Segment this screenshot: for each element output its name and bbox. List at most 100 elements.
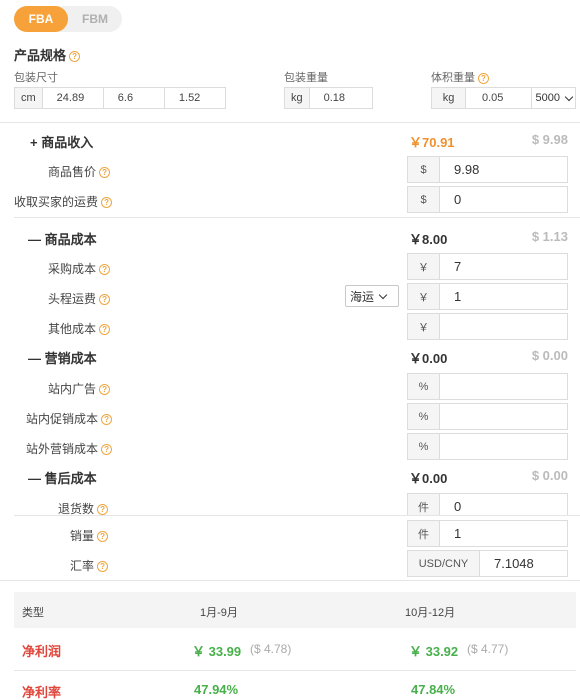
help-icon[interactable]: ? <box>97 504 109 515</box>
divider <box>14 670 576 671</box>
onsite-promo-label: 站内促销成本 <box>26 412 99 426</box>
offsite-label: 站外营销成本 <box>26 442 99 456</box>
divider <box>14 217 580 218</box>
returns-label: 退货数 <box>58 502 95 515</box>
product-cost-title: 商品成本 <box>44 232 97 247</box>
pkg-length-field[interactable]: 24.89 <box>43 88 103 108</box>
purchase-input-group: ￥ 7 <box>407 253 568 280</box>
marketing-cost-title: 营销成本 <box>44 351 97 366</box>
shipping-method-select[interactable]: 海运 <box>345 285 399 307</box>
vol-weight-field[interactable]: 0.05 <box>466 88 531 108</box>
pkg-weight-label: 包装重量 <box>284 72 328 84</box>
divider <box>0 122 580 123</box>
help-icon[interactable]: ? <box>101 444 113 456</box>
other-cost-input-group: ￥ <box>407 313 568 340</box>
unit-piece: 件 <box>408 521 440 546</box>
unit-cm: cm <box>15 88 43 108</box>
exchange-field[interactable]: 7.1048 <box>480 551 567 576</box>
onsite-ads-field[interactable] <box>440 374 567 399</box>
unit-kg: kg <box>432 88 466 108</box>
offsite-input-group: % <box>407 433 568 460</box>
specs-title-wrap: 产品规格? <box>14 45 81 64</box>
collapse-icon: — <box>28 471 41 486</box>
expand-icon: + <box>30 135 38 150</box>
unit-kg: kg <box>285 88 310 108</box>
purchase-label: 采购成本 <box>48 262 97 276</box>
sales-field[interactable]: 1 <box>440 521 567 546</box>
help-icon[interactable]: ? <box>99 167 111 179</box>
shipping-charge-field[interactable]: 0 <box>440 187 567 212</box>
onsite-promo-label-wrap: 站内促销成本? <box>26 410 113 427</box>
chevron-down-icon <box>378 290 388 299</box>
net-profit-p1-usd: ($ 4.78) <box>250 642 292 656</box>
after-sales-title: 售后成本 <box>44 471 97 486</box>
price-field[interactable]: 9.98 <box>440 157 567 182</box>
help-icon[interactable]: ? <box>99 384 111 396</box>
first-leg-field[interactable]: 1 <box>440 284 567 309</box>
unit-percent: % <box>408 404 440 429</box>
col-type: 类型 <box>22 607 44 619</box>
after-sales-total-usd: $ 0.00 <box>531 468 568 483</box>
help-icon[interactable]: ? <box>99 264 111 276</box>
col-period-1: 1月-9月 <box>200 607 238 619</box>
exchange-label: 汇率 <box>70 559 95 573</box>
exchange-input-group: USD/CNY 7.1048 <box>407 550 568 577</box>
marketing-cost-header[interactable]: — 营销成本 <box>28 348 97 367</box>
shipping-charge-label-wrap: 收取买家的运费? <box>14 193 113 210</box>
net-profit-p2-usd: ($ 4.77) <box>467 642 509 656</box>
product-cost-total-cny: ￥8.00 <box>409 232 448 247</box>
fba-tab[interactable]: FBA <box>14 6 68 32</box>
net-profit-p1-cny: ￥ 33.99 <box>192 644 242 659</box>
collapse-icon: — <box>28 232 41 247</box>
other-cost-label: 其他成本 <box>48 322 97 336</box>
returns-input-group: 件 0 <box>407 493 568 515</box>
help-icon[interactable]: ? <box>478 72 489 84</box>
price-label: 商品售价 <box>48 165 97 179</box>
returns-field[interactable]: 0 <box>440 494 567 515</box>
onsite-ads-input-group: % <box>407 373 568 400</box>
help-icon[interactable]: ? <box>101 197 113 209</box>
col-period-2: 10月-12月 <box>405 607 456 619</box>
shipping-charge-label: 收取买家的运费 <box>14 195 99 209</box>
first-leg-label-wrap: 头程运费? <box>48 290 111 307</box>
revenue-total-usd: $ 9.98 <box>531 132 568 147</box>
offsite-label-wrap: 站外营销成本? <box>26 440 113 457</box>
returns-label-wrap: 退货数? <box>58 500 109 515</box>
vol-divisor-value: 5000 <box>535 92 560 104</box>
vol-divisor-select[interactable]: 5000 <box>530 88 575 108</box>
product-cost-header[interactable]: — 商品成本 <box>28 229 97 248</box>
other-cost-field[interactable] <box>440 314 567 339</box>
revenue-title: 商品收入 <box>41 135 94 150</box>
help-icon[interactable]: ? <box>69 51 81 63</box>
help-icon[interactable]: ? <box>101 414 113 426</box>
fbm-tab[interactable]: FBM <box>68 6 122 32</box>
marketing-cost-total-usd: $ 0.00 <box>531 348 568 363</box>
shipping-method-value: 海运 <box>350 289 375 304</box>
after-sales-header[interactable]: — 售后成本 <box>28 468 97 487</box>
first-leg-input-group: ￥ 1 <box>407 283 568 310</box>
sales-label: 销量 <box>70 529 95 543</box>
pkg-size-input-group: cm 24.89 6.6 1.52 <box>14 87 226 109</box>
purchase-field[interactable]: 7 <box>440 254 567 279</box>
pkg-height-field[interactable]: 1.52 <box>163 88 225 108</box>
help-icon[interactable]: ? <box>99 324 111 336</box>
results-header <box>14 592 576 628</box>
help-icon[interactable]: ? <box>99 294 111 306</box>
offsite-field[interactable] <box>440 434 567 459</box>
help-icon[interactable]: ? <box>97 561 109 573</box>
shipping-charge-input-group: $ 0 <box>407 186 568 213</box>
unit-percent: % <box>408 374 440 399</box>
onsite-promo-field[interactable] <box>440 404 567 429</box>
net-profit-label: 净利润 <box>22 644 62 659</box>
help-icon[interactable]: ? <box>97 531 109 543</box>
onsite-promo-input-group: % <box>407 403 568 430</box>
revenue-header[interactable]: + 商品收入 <box>30 132 93 151</box>
pkg-weight-field[interactable]: 0.18 <box>310 88 372 108</box>
divider <box>0 580 580 581</box>
pkg-width-field[interactable]: 6.6 <box>102 88 164 108</box>
currency-cny: ￥ <box>408 254 440 279</box>
sales-input-group: 件 1 <box>407 520 568 547</box>
divider <box>14 515 580 516</box>
currency-usd: $ <box>408 157 440 182</box>
purchase-label-wrap: 采购成本? <box>48 260 111 277</box>
